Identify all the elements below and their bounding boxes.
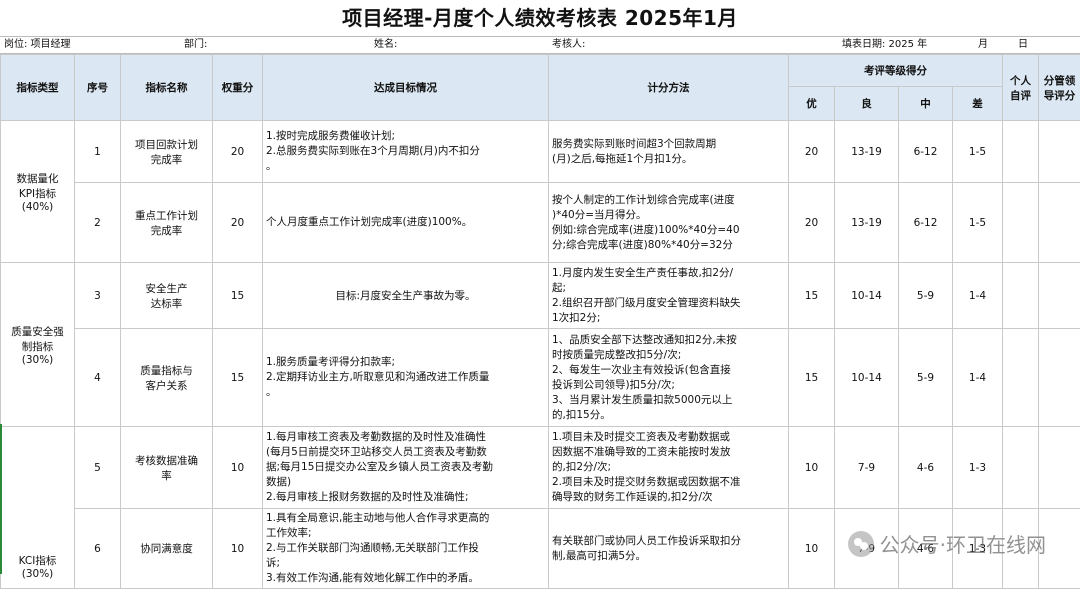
method-cell: 1.项目未及时提交工资表及考勤数据或 因数据不准确导致的工资未能按时发放 的,扣… bbox=[549, 427, 789, 509]
month-label: 月 bbox=[978, 37, 1018, 53]
leader-score-cell[interactable] bbox=[1039, 329, 1080, 427]
day-label: 日 bbox=[1018, 37, 1068, 53]
grade-you-cell: 15 bbox=[789, 263, 835, 329]
seq-cell: 4 bbox=[75, 329, 121, 427]
header-cha: 差 bbox=[953, 87, 1003, 121]
header-target: 达成目标情况 bbox=[263, 55, 549, 121]
target-cell: 1.按时完成服务费催收计划; 2.总服务费实际到账在3个月周期(月)内不扣分 。 bbox=[263, 121, 549, 183]
method-cell: 服务费实际到账时间超3个回款周期 (月)之后,每拖延1个月扣1分。 bbox=[549, 121, 789, 183]
seq-cell: 3 bbox=[75, 263, 121, 329]
group-cell: 质量安全强 制指标 (30%) bbox=[1, 263, 75, 427]
grade-cha-cell: 1-5 bbox=[953, 183, 1003, 263]
fill-date-label: 填表日期: 2025 年 bbox=[842, 37, 978, 53]
header-grade: 考评等级得分 bbox=[789, 55, 1003, 87]
indicator-name-cell: 重点工作计划 完成率 bbox=[121, 183, 213, 263]
target-cell: 1.每月审核工资表及考勤数据的及时性及准确性 (每月5日前提交环卫站移交人员工资… bbox=[263, 427, 549, 509]
self-score-cell[interactable] bbox=[1003, 263, 1039, 329]
grade-cha-cell: 1-4 bbox=[953, 263, 1003, 329]
table-row: 4 质量指标与 客户关系 15 1.服务质量考评得分扣款率; 2.定期拜访业主方… bbox=[1, 329, 1080, 427]
header-you: 优 bbox=[789, 87, 835, 121]
self-score-cell[interactable] bbox=[1003, 183, 1039, 263]
seq-cell: 5 bbox=[75, 427, 121, 509]
watermark: 公众号·环卫在线网 bbox=[848, 529, 1046, 558]
method-cell: 1、品质安全部下达整改通知扣2分,未按 时按质量完成整改扣5分/次; 2、每发生… bbox=[549, 329, 789, 427]
header-name: 指标名称 bbox=[121, 55, 213, 121]
grade-you-cell: 20 bbox=[789, 183, 835, 263]
wechat-icon bbox=[848, 531, 874, 557]
grade-you-cell: 10 bbox=[789, 427, 835, 509]
header-weight: 权重分 bbox=[213, 55, 263, 121]
leader-score-cell[interactable] bbox=[1039, 121, 1080, 183]
weight-cell: 20 bbox=[213, 121, 263, 183]
grade-liang-cell: 7-9 bbox=[835, 427, 899, 509]
weight-cell: 10 bbox=[213, 427, 263, 509]
group-cell: KCI指标 (30%) bbox=[1, 427, 75, 589]
grade-zhong-cell: 6-12 bbox=[899, 121, 953, 183]
leader-score-cell[interactable] bbox=[1039, 427, 1080, 509]
grade-liang-cell: 13-19 bbox=[835, 121, 899, 183]
indicator-name-cell: 安全生产 达标率 bbox=[121, 263, 213, 329]
indicator-name-cell: 考核数据准确 率 bbox=[121, 427, 213, 509]
leader-score-cell[interactable] bbox=[1039, 183, 1080, 263]
indicator-name-cell: 项目回款计划 完成率 bbox=[121, 121, 213, 183]
table-row: 质量安全强 制指标 (30%) 3 安全生产 达标率 15 目标:月度安全生产事… bbox=[1, 263, 1080, 329]
grade-zhong-cell: 5-9 bbox=[899, 263, 953, 329]
grade-cha-cell: 1-5 bbox=[953, 121, 1003, 183]
indicator-name-cell: 协同满意度 bbox=[121, 509, 213, 589]
grade-zhong-cell: 4-6 bbox=[899, 427, 953, 509]
grade-you-cell: 20 bbox=[789, 121, 835, 183]
method-cell: 按个人制定的工作计划综合完成率(进度 )*40分=当月得分。 例如:综合完成率(… bbox=[549, 183, 789, 263]
target-cell: 目标:月度安全生产事故为零。 bbox=[263, 263, 549, 329]
target-cell: 1.具有全局意识,能主动地与他人合作寻求更高的 工作效率; 2.与工作关联部门沟… bbox=[263, 509, 549, 589]
header-liang: 良 bbox=[835, 87, 899, 121]
method-cell: 1.月度内发生安全生产责任事故,扣2分/ 起; 2.组织召开部门级月度安全管理资… bbox=[549, 263, 789, 329]
seq-cell: 1 bbox=[75, 121, 121, 183]
grade-liang-cell: 10-14 bbox=[835, 329, 899, 427]
grade-cha-cell: 1-3 bbox=[953, 427, 1003, 509]
page-title: 项目经理-月度个人绩效考核表 2025年1月 bbox=[0, 0, 1080, 36]
leader-score-cell[interactable] bbox=[1039, 263, 1080, 329]
self-score-cell[interactable] bbox=[1003, 329, 1039, 427]
method-cell: 有关联部门或协同人员工作投诉采取扣分 制,最高可扣满5分。 bbox=[549, 509, 789, 589]
header-seq: 序号 bbox=[75, 55, 121, 121]
grade-cha-cell: 1-4 bbox=[953, 329, 1003, 427]
name-label: 姓名: bbox=[374, 37, 552, 53]
watermark-text: 公众号·环卫在线网 bbox=[880, 529, 1046, 558]
header-method: 计分方法 bbox=[549, 55, 789, 121]
table-row: 2 重点工作计划 完成率 20 个人月度重点工作计划完成率(进度)100%。 按… bbox=[1, 183, 1080, 263]
self-score-cell[interactable] bbox=[1003, 121, 1039, 183]
department-label: 部门: bbox=[184, 37, 374, 53]
header-type: 指标类型 bbox=[1, 55, 75, 121]
table-row: 数据量化 KPI指标 (40%) 1 项目回款计划 完成率 20 1.按时完成服… bbox=[1, 121, 1080, 183]
grade-you-cell: 15 bbox=[789, 329, 835, 427]
grade-zhong-cell: 6-12 bbox=[899, 183, 953, 263]
header-leader: 分管领导评分 bbox=[1039, 55, 1080, 121]
grade-you-cell: 10 bbox=[789, 509, 835, 589]
weight-cell: 10 bbox=[213, 509, 263, 589]
indicator-name-cell: 质量指标与 客户关系 bbox=[121, 329, 213, 427]
self-score-cell[interactable] bbox=[1003, 427, 1039, 509]
weight-cell: 15 bbox=[213, 263, 263, 329]
table-row: KCI指标 (30%) 5 考核数据准确 率 10 1.每月审核工资表及考勤数据… bbox=[1, 427, 1080, 509]
weight-cell: 20 bbox=[213, 183, 263, 263]
header-self: 个人自评 bbox=[1003, 55, 1039, 121]
header-zhong: 中 bbox=[899, 87, 953, 121]
performance-table: 指标类型 序号 指标名称 权重分 达成目标情况 计分方法 考评等级得分 个人自评… bbox=[0, 54, 1080, 589]
seq-cell: 6 bbox=[75, 509, 121, 589]
grade-liang-cell: 10-14 bbox=[835, 263, 899, 329]
grade-liang-cell: 13-19 bbox=[835, 183, 899, 263]
assessor-label: 考核人: bbox=[552, 37, 842, 53]
info-bar: 岗位: 项目经理 部门: 姓名: 考核人: 填表日期: 2025 年 月 日 bbox=[0, 36, 1080, 54]
target-cell: 1.服务质量考评得分扣款率; 2.定期拜访业主方,听取意见和沟通改进工作质量 。 bbox=[263, 329, 549, 427]
target-cell: 个人月度重点工作计划完成率(进度)100%。 bbox=[263, 183, 549, 263]
row-selection-marker bbox=[0, 424, 2, 574]
weight-cell: 15 bbox=[213, 329, 263, 427]
grade-zhong-cell: 5-9 bbox=[899, 329, 953, 427]
group-cell: 数据量化 KPI指标 (40%) bbox=[1, 121, 75, 263]
seq-cell: 2 bbox=[75, 183, 121, 263]
position-label: 岗位: 项目经理 bbox=[0, 37, 184, 53]
